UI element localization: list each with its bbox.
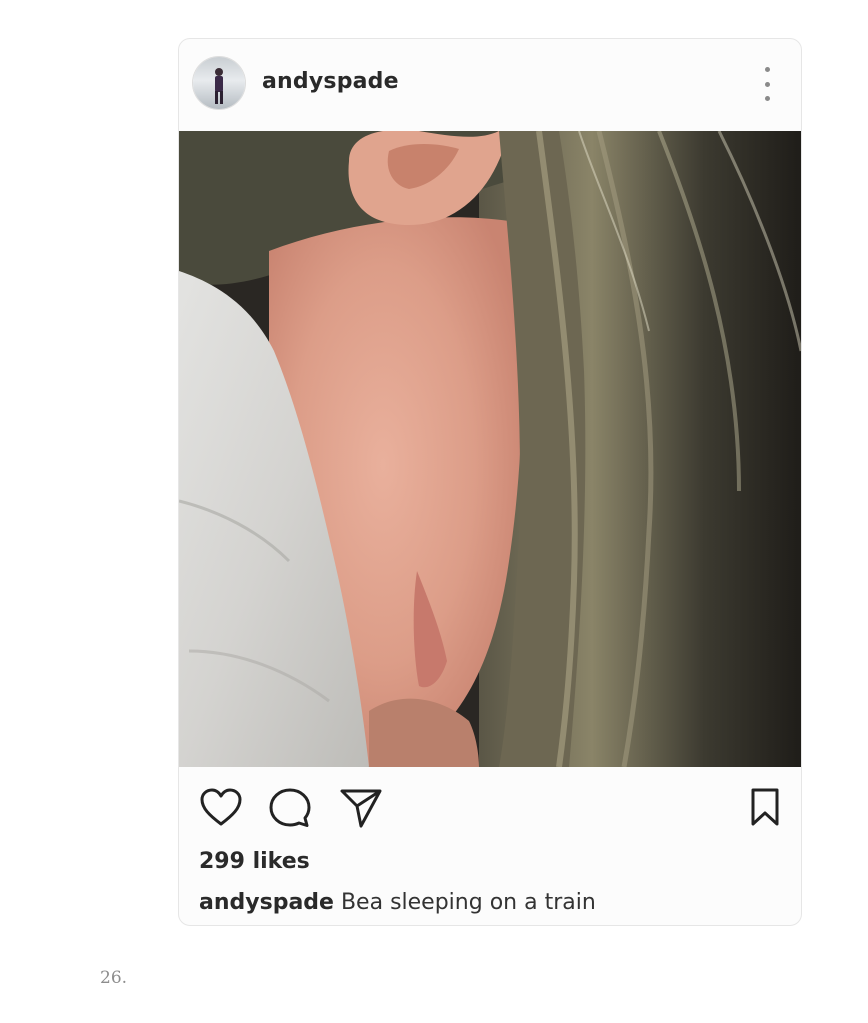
instagram-post-card: andyspade 299 likes andyspade Bea sleepi… (178, 38, 802, 926)
avatar[interactable] (193, 57, 245, 109)
item-number: 26. (100, 968, 128, 988)
post-header: andyspade (179, 39, 801, 131)
likes-count[interactable]: 299 likes (199, 849, 310, 874)
comment-icon[interactable] (269, 787, 311, 829)
post-actions-bar (179, 767, 801, 847)
post-caption: andyspade Bea sleeping on a train (199, 890, 596, 915)
heart-icon[interactable] (199, 787, 243, 827)
caption-text: Bea sleeping on a train (340, 890, 596, 915)
bookmark-icon[interactable] (749, 787, 781, 827)
more-vertical-icon[interactable] (755, 67, 779, 101)
post-photo[interactable] (179, 129, 801, 768)
caption-username[interactable]: andyspade (199, 890, 334, 915)
post-photo-image (179, 129, 801, 768)
send-icon[interactable] (339, 787, 383, 829)
avatar-figure (215, 68, 223, 104)
post-username[interactable]: andyspade (262, 69, 399, 94)
